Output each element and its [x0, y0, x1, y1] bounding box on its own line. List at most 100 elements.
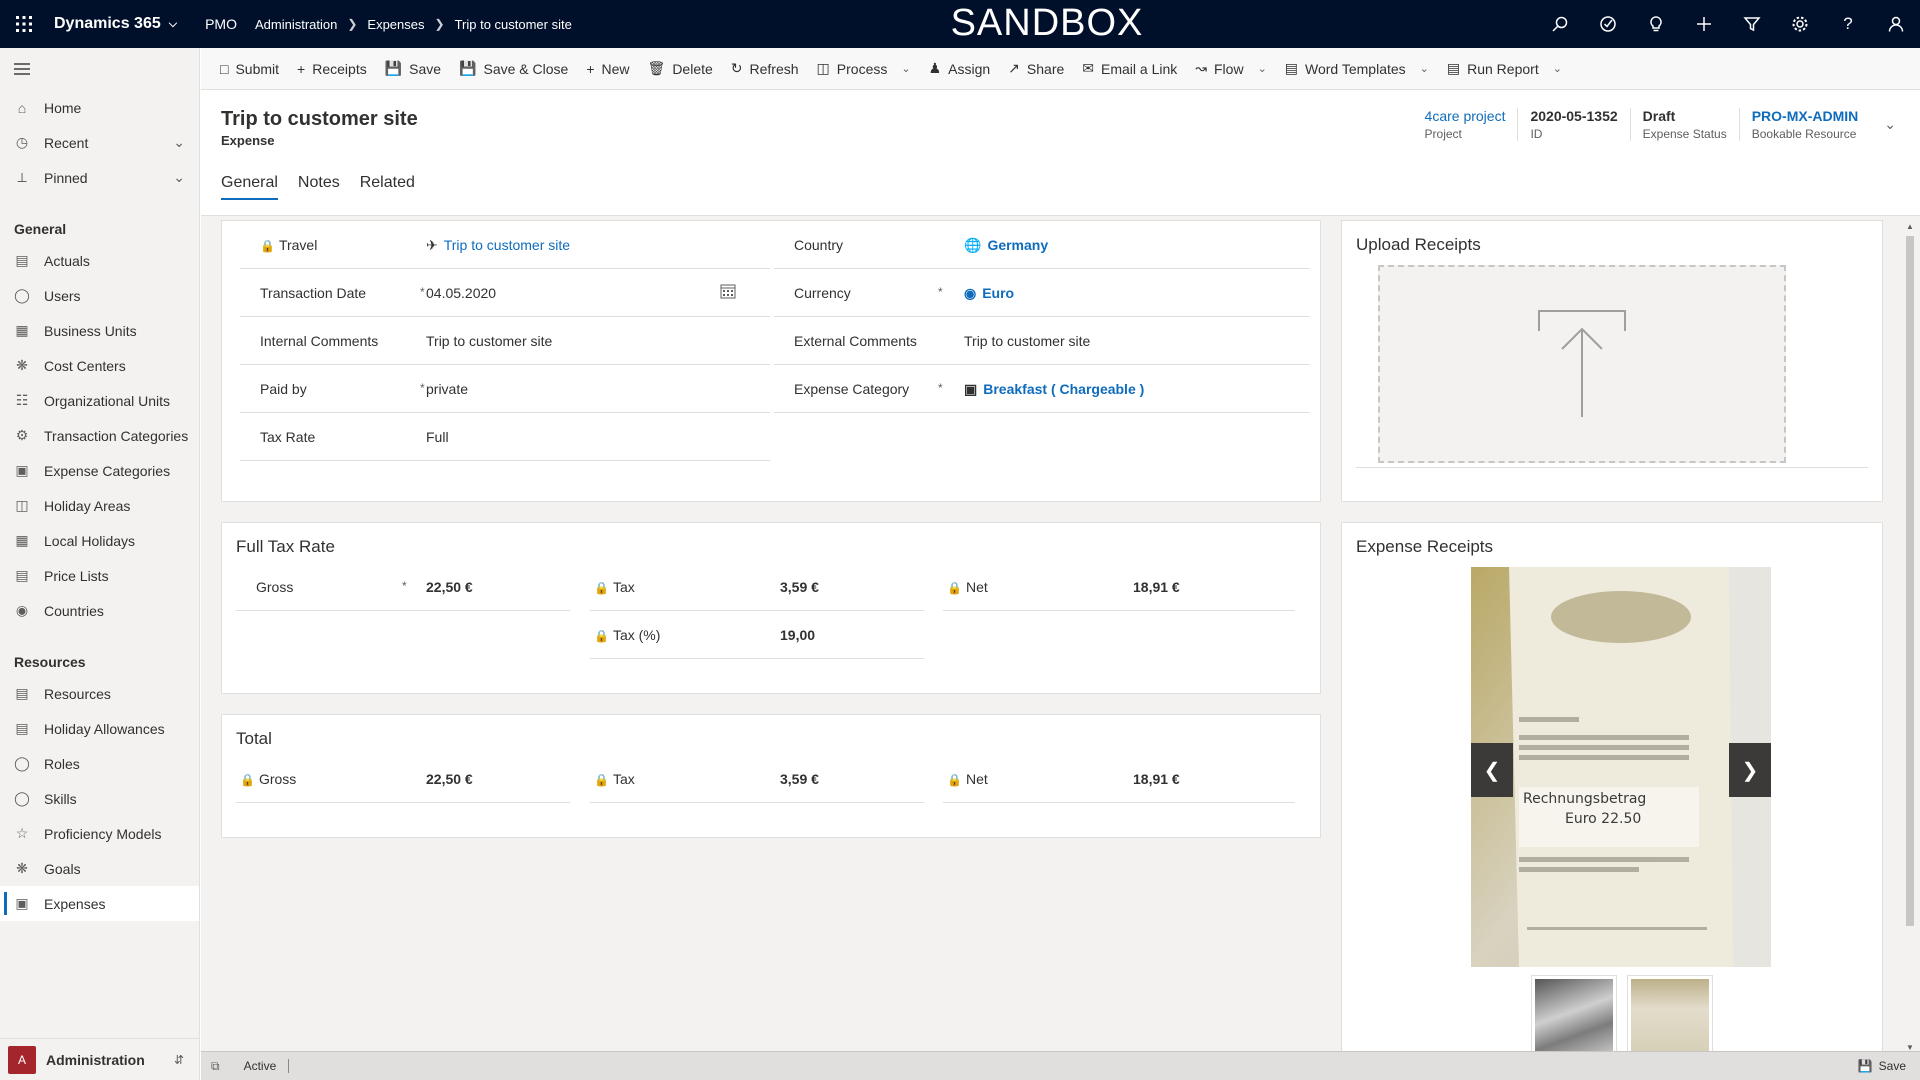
- sidebar-item-label: Cost Centers: [44, 357, 126, 374]
- status-footer: ⧉ Active 💾 Save: [201, 1051, 1920, 1080]
- user-icon[interactable]: [1872, 0, 1920, 48]
- sidebar-item-resources[interactable]: ▤ Resources: [0, 676, 199, 711]
- sidebar-item-cost-centers[interactable]: ❋ Cost Centers: [0, 348, 199, 383]
- sidebar-item-countries[interactable]: ◉ Countries: [0, 593, 199, 628]
- lock-icon: 🔒: [260, 239, 275, 253]
- area-name[interactable]: PMO: [205, 16, 237, 32]
- save-button[interactable]: 💾 Save: [376, 48, 450, 90]
- gear-icon[interactable]: [1776, 0, 1824, 48]
- paid-by-select[interactable]: private: [426, 381, 468, 397]
- chevron-down-icon[interactable]: ⌄: [1884, 116, 1896, 133]
- sidebar-item-holiday-areas[interactable]: ◫ Holiday Areas: [0, 488, 199, 523]
- refresh-button[interactable]: ↻ Refresh: [722, 48, 808, 90]
- sidebar-item-recent[interactable]: ◷ Recent ⌄: [0, 125, 199, 160]
- receipts-button[interactable]: + Receipts: [288, 48, 376, 90]
- next-receipt-button[interactable]: ❯: [1729, 743, 1771, 797]
- share-button[interactable]: ↗ Share: [999, 48, 1073, 90]
- breadcrumb-expenses[interactable]: Expenses: [367, 17, 424, 32]
- id-label: ID: [1530, 127, 1543, 141]
- lightbulb-icon[interactable]: [1632, 0, 1680, 48]
- word-templates-label: Word Templates: [1305, 60, 1406, 77]
- globe-icon: 🌐: [964, 237, 982, 253]
- assign-button[interactable]: ♟ Assign: [920, 48, 1000, 90]
- sidebar-item-skills[interactable]: ◯ Skills: [0, 781, 199, 816]
- section-title: Upload Receipts: [1356, 235, 1481, 254]
- transaction-date-input[interactable]: 04.05.2020: [426, 285, 496, 301]
- hamburger-menu-icon[interactable]: [0, 48, 199, 90]
- field-currency: Currency * ◉ Euro: [774, 269, 1310, 317]
- delete-button[interactable]: 🗑 Delete: [639, 48, 722, 90]
- net-value: 18,91 €: [1133, 579, 1180, 595]
- tab-general[interactable]: General: [221, 174, 278, 200]
- help-icon[interactable]: ?: [1824, 0, 1872, 48]
- receipt-thumbnail[interactable]: [1627, 975, 1713, 1057]
- project-link[interactable]: 4care project: [1425, 108, 1506, 124]
- previous-receipt-button[interactable]: ❮: [1471, 743, 1513, 797]
- sidebar-item-goals[interactable]: ❋ Goals: [0, 851, 199, 886]
- sidebar-item-roles[interactable]: ◯ Roles: [0, 746, 199, 781]
- new-button[interactable]: + New: [577, 48, 638, 90]
- search-icon[interactable]: [1536, 0, 1584, 48]
- vertical-scrollbar[interactable]: ▲ ▼: [1904, 222, 1916, 1052]
- field-total-tax: 🔒 Tax 3,59 €: [590, 755, 924, 803]
- sidebar-item-price-lists[interactable]: ▤ Price Lists: [0, 558, 199, 593]
- bookable-resource-link[interactable]: PRO-MX-ADMIN: [1752, 108, 1859, 124]
- scrollbar-thumb[interactable]: [1906, 236, 1914, 926]
- receipts-label: Receipts: [312, 60, 367, 77]
- open-in-new-window-icon[interactable]: ⧉: [211, 1059, 220, 1074]
- task-icon[interactable]: [1584, 0, 1632, 48]
- total-tax-label: 🔒 Tax: [594, 771, 635, 787]
- sidebar-item-organizational-units[interactable]: ☷ Organizational Units: [0, 383, 199, 418]
- area-switcher[interactable]: A Administration ⇵: [0, 1038, 200, 1080]
- sidebar-item-proficiency-models[interactable]: ☆ Proficiency Models: [0, 816, 199, 851]
- footer-save-button[interactable]: 💾 Save: [1858, 1059, 1906, 1073]
- calendar-icon[interactable]: [720, 283, 736, 302]
- scroll-up-icon[interactable]: ▲: [1906, 222, 1914, 231]
- submit-button[interactable]: □ Submit: [211, 48, 288, 90]
- tax-rate-select[interactable]: Full: [426, 429, 449, 445]
- word-templates-button[interactable]: ▤ Word Templates ⌄: [1276, 48, 1438, 90]
- chevron-down-icon[interactable]: ⌄: [173, 134, 185, 151]
- breadcrumb-administration[interactable]: Administration: [255, 17, 337, 32]
- expense-receipts-section: Expense Receipts Rechnungsbetrag Euro 22…: [1341, 522, 1883, 1057]
- sidebar-item-local-holidays[interactable]: ▦ Local Holidays: [0, 523, 199, 558]
- sidebar-item-business-units[interactable]: ▦ Business Units: [0, 313, 199, 348]
- expense-category-lookup[interactable]: ▣ Breakfast ( Chargeable ): [964, 381, 1144, 398]
- save-close-button[interactable]: 💾 Save & Close: [450, 48, 577, 90]
- upload-arrow-icon: [1538, 310, 1626, 417]
- sidebar-item-expense-categories[interactable]: ▣ Expense Categories: [0, 453, 199, 488]
- sidebar-item-actuals[interactable]: ▤ Actuals: [0, 243, 199, 278]
- receipt-drop-zone[interactable]: [1378, 265, 1786, 463]
- sidebar-item-users[interactable]: ◯ Users: [0, 278, 199, 313]
- header-field-project: 4care project Project: [1413, 108, 1518, 141]
- email-link-button[interactable]: ✉ Email a Link: [1073, 48, 1186, 90]
- sidebar-item-label: Holiday Areas: [44, 497, 131, 514]
- travel-lookup[interactable]: ✈ Trip to customer site: [426, 237, 570, 254]
- currency-lookup[interactable]: ◉ Euro: [964, 285, 1014, 302]
- app-switcher[interactable]: Dynamics 365 ⌵: [54, 15, 177, 33]
- internal-comments-input[interactable]: Trip to customer site: [426, 333, 552, 349]
- sidebar-item-expenses[interactable]: ▣ Expenses: [0, 886, 199, 921]
- country-lookup[interactable]: 🌐 Germany: [964, 237, 1048, 254]
- process-button[interactable]: ◫ Process ⌄: [808, 48, 920, 90]
- receipt-thumbnail[interactable]: [1531, 975, 1617, 1057]
- sidebar-item-holiday-allowances[interactable]: ▤ Holiday Allowances: [0, 711, 199, 746]
- run-report-button[interactable]: ▤ Run Report ⌄: [1438, 48, 1571, 90]
- plus-icon[interactable]: [1680, 0, 1728, 48]
- tab-notes[interactable]: Notes: [298, 174, 340, 200]
- sidebar-item-transaction-categories[interactable]: ⚙ Transaction Categories: [0, 418, 199, 453]
- chevron-down-icon[interactable]: ⌄: [173, 169, 185, 186]
- sidebar-item-pinned[interactable]: ⟂ Pinned ⌄: [0, 160, 199, 195]
- tab-related[interactable]: Related: [360, 174, 415, 200]
- filter-icon[interactable]: [1728, 0, 1776, 48]
- app-launcher-icon[interactable]: [0, 0, 48, 48]
- flow-button[interactable]: ↝ Flow ⌄: [1186, 48, 1276, 90]
- role-icon: ◯: [14, 755, 30, 771]
- gross-input[interactable]: 22,50 €: [426, 579, 473, 595]
- total-tax-label-text: Tax: [612, 771, 635, 787]
- flow-icon: ↝: [1195, 60, 1207, 76]
- external-comments-input[interactable]: Trip to customer site: [964, 333, 1090, 349]
- required-marker: *: [402, 579, 407, 593]
- sidebar-item-label: Actuals: [44, 252, 90, 269]
- sidebar-item-home[interactable]: ⌂ Home: [0, 90, 199, 125]
